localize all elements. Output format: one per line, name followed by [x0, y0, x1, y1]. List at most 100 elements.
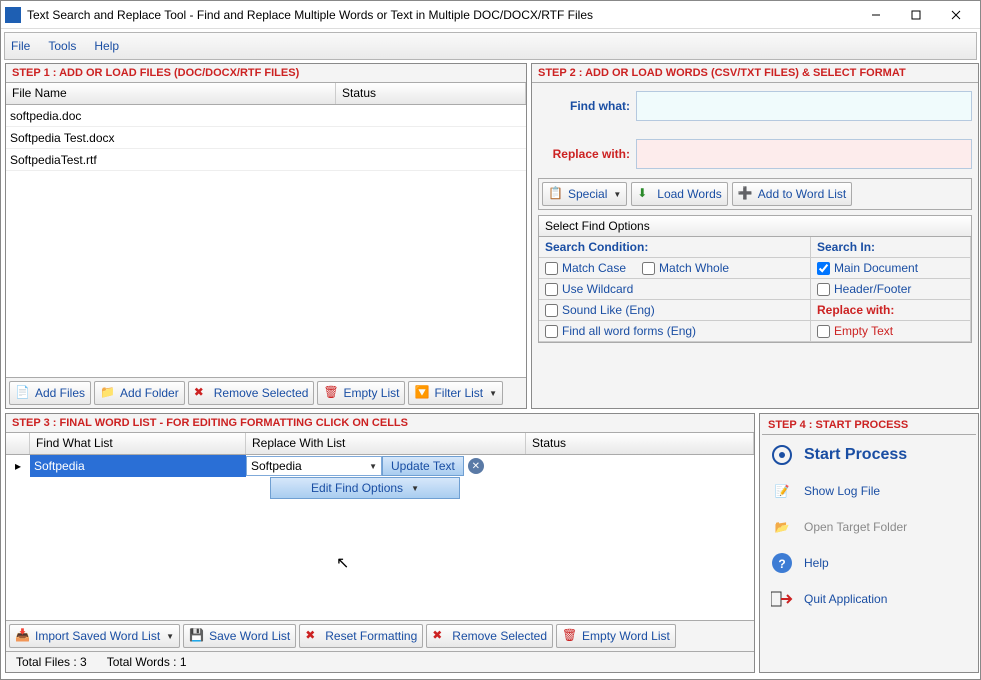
- show-log-file-button[interactable]: 📝 Show Log File: [764, 475, 974, 507]
- step3-panel: STEP 3 : FINAL WORD LIST - FOR EDITING F…: [5, 413, 755, 673]
- app-icon: [5, 7, 21, 23]
- empty-icon: 🗑: [323, 385, 339, 401]
- replace-with-input[interactable]: [636, 139, 972, 169]
- match-whole-checkbox[interactable]: Match Whole: [642, 261, 729, 275]
- empty-text-checkbox[interactable]: Empty Text: [817, 324, 893, 338]
- replace-with-cell[interactable]: Softpedia▼: [246, 456, 382, 476]
- svg-text:?: ?: [778, 557, 785, 571]
- window-title: Text Search and Replace Tool - Find and …: [27, 8, 856, 22]
- folder-open-icon: 📂: [768, 515, 796, 539]
- step3-header: STEP 3 : FINAL WORD LIST - FOR EDITING F…: [6, 414, 754, 433]
- chevron-down-icon: ▼: [411, 484, 419, 493]
- maximize-button[interactable]: [896, 3, 936, 27]
- search-in-header: Search In:: [811, 237, 971, 258]
- empty-icon: 🗑: [562, 628, 578, 644]
- step4-panel: STEP 4 : START PROCESS Start Process 📝 S…: [759, 413, 979, 673]
- list-icon: 📋: [548, 186, 564, 202]
- filter-list-button[interactable]: 🔽Filter List▼: [408, 381, 503, 405]
- cursor-icon: ↖: [336, 553, 349, 573]
- replace-with-label: Replace with:: [538, 147, 630, 161]
- find-options-title: Select Find Options: [539, 216, 971, 237]
- col-find-what[interactable]: Find What List: [30, 433, 246, 454]
- table-row[interactable]: Softpedia Test.docx: [6, 127, 526, 149]
- find-what-label: Find what:: [538, 99, 630, 113]
- import-word-list-button[interactable]: 📥Import Saved Word List▼: [9, 624, 180, 648]
- menubar: File Tools Help: [4, 32, 977, 60]
- table-row[interactable]: SoftpediaTest.rtf: [6, 149, 526, 171]
- clear-icon[interactable]: ✕: [468, 458, 484, 474]
- open-target-folder-button[interactable]: 📂 Open Target Folder: [764, 511, 974, 543]
- update-text-button[interactable]: Update Text: [382, 456, 464, 476]
- save-icon: 💾: [189, 628, 205, 644]
- file-list[interactable]: softpedia.doc Softpedia Test.docx Softpe…: [6, 105, 526, 377]
- empty-list-button[interactable]: 🗑Empty List: [317, 381, 405, 405]
- remove-icon: ✖: [194, 385, 210, 401]
- menu-help[interactable]: Help: [94, 39, 119, 53]
- wordlist-row[interactable]: ▸ Softpedia Softpedia▼ Update Text ✕: [6, 455, 754, 477]
- reset-icon: ✖: [305, 628, 321, 644]
- gear-icon: [768, 443, 796, 467]
- wordlist-header: Find What List Replace With List Status: [6, 433, 754, 455]
- replace-with-header: Replace with:: [811, 300, 971, 321]
- step3-toolbar: 📥Import Saved Word List▼ 💾Save Word List…: [6, 620, 754, 651]
- menu-file[interactable]: File: [11, 39, 30, 53]
- row-indicator-icon: ▸: [6, 459, 30, 473]
- col-status[interactable]: Status: [336, 83, 526, 104]
- total-files-label: Total Files : 3: [16, 655, 87, 669]
- log-icon: 📝: [768, 479, 796, 503]
- use-wildcard-checkbox[interactable]: Use Wildcard: [545, 282, 633, 296]
- reset-formatting-button[interactable]: ✖Reset Formatting: [299, 624, 423, 648]
- load-words-button[interactable]: ⬇Load Words: [631, 182, 727, 206]
- search-condition-header: Search Condition:: [539, 237, 811, 258]
- step4-header: STEP 4 : START PROCESS: [762, 416, 976, 435]
- exit-icon: [768, 587, 796, 611]
- find-options-panel: Select Find Options Search Condition: Se…: [538, 215, 972, 343]
- import-icon: 📥: [15, 628, 31, 644]
- step1-panel: STEP 1 : ADD OR LOAD FILES (DOC/DOCX/RTF…: [5, 63, 527, 409]
- titlebar: Text Search and Replace Tool - Find and …: [1, 1, 980, 29]
- find-what-cell[interactable]: Softpedia: [30, 455, 246, 477]
- remove-icon: ✖: [432, 628, 448, 644]
- quit-application-button[interactable]: Quit Application: [764, 583, 974, 615]
- special-button[interactable]: 📋Special▼: [542, 182, 627, 206]
- add-folder-button[interactable]: 📁Add Folder: [94, 381, 185, 405]
- add-files-button[interactable]: 📄Add Files: [9, 381, 91, 405]
- find-all-forms-checkbox[interactable]: Find all word forms (Eng): [545, 324, 696, 338]
- save-word-list-button[interactable]: 💾Save Word List: [183, 624, 296, 648]
- add-file-icon: 📄: [15, 385, 31, 401]
- header-footer-checkbox[interactable]: Header/Footer: [817, 282, 911, 296]
- step2-toolbar: 📋Special▼ ⬇Load Words ➕Add to Word List: [538, 178, 972, 210]
- table-row[interactable]: softpedia.doc: [6, 105, 526, 127]
- find-what-input[interactable]: [636, 91, 972, 121]
- start-process-button[interactable]: Start Process: [764, 439, 974, 471]
- minimize-button[interactable]: [856, 3, 896, 27]
- folder-icon: 📁: [100, 385, 116, 401]
- add-to-word-list-button[interactable]: ➕Add to Word List: [732, 182, 853, 206]
- chevron-down-icon: ▼: [613, 190, 621, 199]
- sound-like-checkbox[interactable]: Sound Like (Eng): [545, 303, 655, 317]
- empty-word-list-button[interactable]: 🗑Empty Word List: [556, 624, 676, 648]
- filter-icon: 🔽: [414, 385, 430, 401]
- total-words-label: Total Words : 1: [107, 655, 187, 669]
- close-button[interactable]: [936, 3, 976, 27]
- chevron-down-icon[interactable]: ▼: [369, 462, 377, 471]
- help-button[interactable]: ? Help: [764, 547, 974, 579]
- remove-selected-button[interactable]: ✖Remove Selected: [188, 381, 315, 405]
- col-replace-with[interactable]: Replace With List: [246, 433, 526, 454]
- step2-header: STEP 2 : ADD OR LOAD WORDS (CSV/TXT FILE…: [532, 64, 978, 83]
- col-filename[interactable]: File Name: [6, 83, 336, 104]
- edit-find-options-button[interactable]: Edit Find Options▼: [270, 477, 460, 499]
- help-icon: ?: [768, 551, 796, 575]
- chevron-down-icon: ▼: [166, 632, 174, 641]
- menu-tools[interactable]: Tools: [48, 39, 76, 53]
- match-case-checkbox[interactable]: Match Case: [545, 261, 626, 275]
- statusbar: Total Files : 3 Total Words : 1: [6, 651, 754, 672]
- step2-panel: STEP 2 : ADD OR LOAD WORDS (CSV/TXT FILE…: [531, 63, 979, 409]
- step1-toolbar: 📄Add Files 📁Add Folder ✖Remove Selected …: [6, 377, 526, 408]
- remove-selected-word-button[interactable]: ✖Remove Selected: [426, 624, 553, 648]
- main-document-checkbox[interactable]: Main Document: [817, 261, 918, 275]
- download-icon: ⬇: [637, 186, 653, 202]
- step1-table-header: File Name Status: [6, 83, 526, 105]
- step1-header: STEP 1 : ADD OR LOAD FILES (DOC/DOCX/RTF…: [6, 64, 526, 83]
- col-status-3[interactable]: Status: [526, 433, 754, 454]
